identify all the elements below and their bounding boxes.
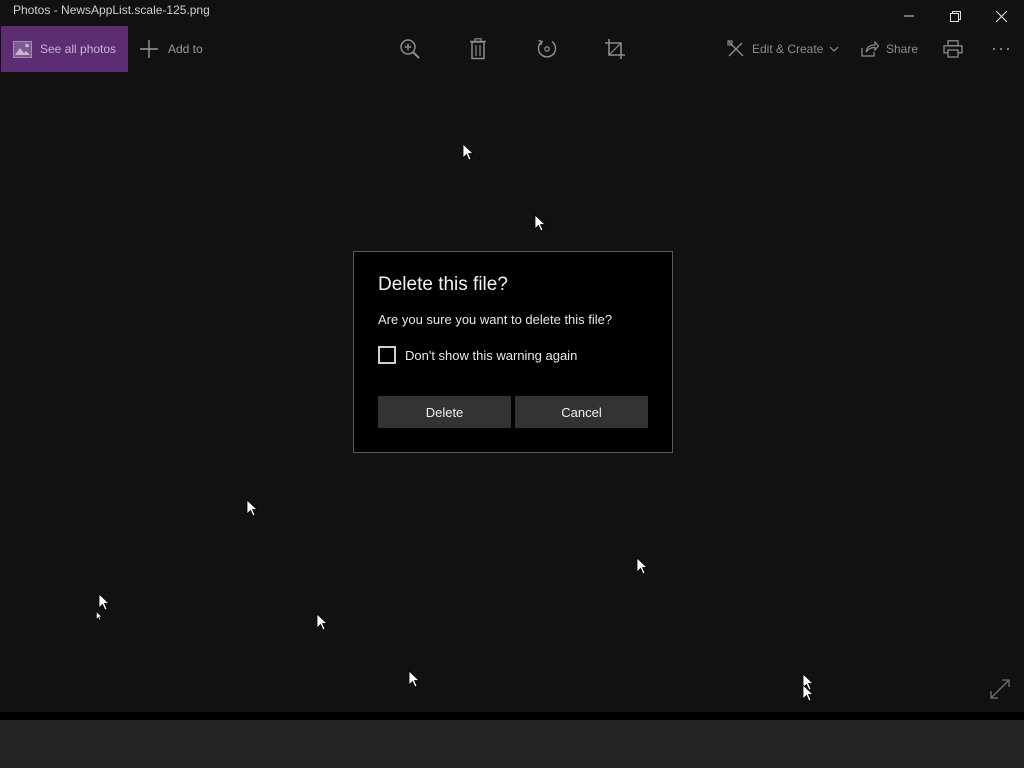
checkbox-box[interactable] [378, 346, 396, 364]
add-to-button[interactable]: Add to [139, 26, 203, 72]
delete-icon[interactable] [466, 37, 490, 61]
mouse-cursor-icon [636, 557, 648, 575]
delete-confirm-dialog: Delete this file? Are you sure you want … [353, 251, 673, 453]
delete-button[interactable]: Delete [378, 396, 511, 428]
photo-icon [13, 40, 32, 58]
chevron-down-icon [829, 46, 839, 52]
print-icon[interactable] [941, 37, 965, 61]
mouse-cursor-icon [316, 613, 328, 631]
edit-icon [727, 40, 745, 58]
filmstrip-area [0, 720, 1024, 768]
share-label: Share [886, 42, 919, 56]
crop-icon[interactable] [603, 37, 627, 61]
mouse-cursor-icon [96, 611, 102, 621]
cancel-button[interactable]: Cancel [515, 396, 648, 428]
zoom-in-icon[interactable] [398, 37, 422, 61]
mouse-cursor-icon [534, 214, 546, 232]
bottom-divider [0, 712, 1024, 720]
share-icon [861, 41, 879, 57]
photos-app-window: Photos - NewsAppList.scale-125.png See a… [0, 0, 1024, 768]
mouse-cursor-icon [246, 499, 258, 517]
window-title: Photos - NewsAppList.scale-125.png [13, 3, 210, 17]
checkbox-label: Don't show this warning again [405, 347, 578, 363]
dialog-title: Delete this file? [378, 274, 508, 295]
more-icon[interactable] [989, 37, 1013, 61]
mouse-cursor-icon [408, 670, 420, 688]
minimize-icon [904, 15, 914, 17]
restore-icon [949, 10, 961, 22]
dont-show-warning-checkbox[interactable]: Don't show this warning again [378, 346, 577, 364]
see-all-photos-button[interactable]: See all photos [1, 26, 128, 72]
mouse-cursor-icon [462, 143, 474, 161]
edit-create-button[interactable]: Edit & Create [727, 26, 839, 72]
see-all-photos-label: See all photos [40, 42, 117, 56]
title-bar: Photos - NewsAppList.scale-125.png [0, 0, 1024, 26]
dialog-message: Are you sure you want to delete this fil… [378, 312, 613, 327]
rotate-icon[interactable] [535, 37, 559, 61]
plus-icon [139, 39, 159, 59]
toolbar: See all photos Add to Edit & Create Shar… [0, 26, 1024, 72]
mouse-cursor-icon [802, 684, 814, 702]
close-icon [995, 10, 1007, 22]
mouse-cursor-icon [98, 593, 110, 611]
edit-create-label: Edit & Create [752, 42, 824, 56]
expand-icon[interactable] [989, 678, 1011, 700]
add-to-label: Add to [168, 42, 203, 56]
share-button[interactable]: Share [861, 26, 918, 72]
